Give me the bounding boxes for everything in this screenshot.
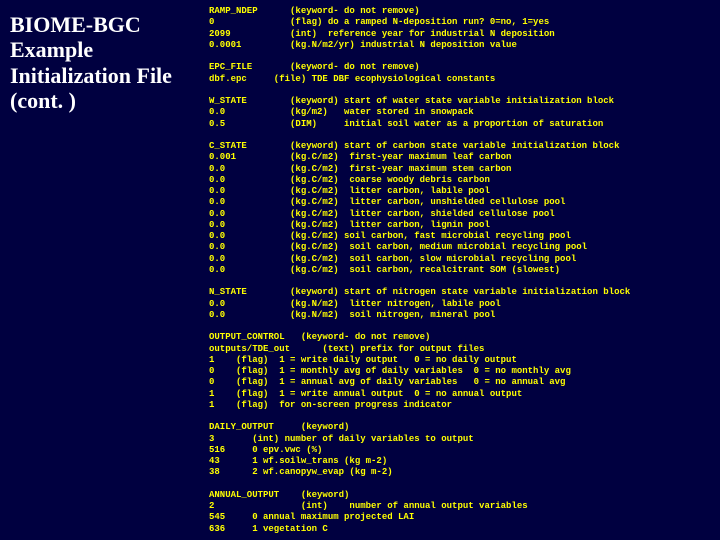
block-ramp-ndep: RAMP_NDEP (keyword- do not remove) 0 (fl… xyxy=(209,6,716,51)
blank-line xyxy=(209,85,716,96)
blank-line xyxy=(209,479,716,490)
blank-line xyxy=(209,411,716,422)
block-output-control: OUTPUT_CONTROL (keyword- do not remove) … xyxy=(209,332,716,411)
blank-line xyxy=(209,51,716,62)
block-w-state: W_STATE (keyword) start of water state v… xyxy=(209,96,716,130)
blank-line xyxy=(209,535,716,540)
block-c-state: C_STATE (keyword) start of carbon state … xyxy=(209,141,716,276)
slide: BIOME-BGC Example Initialization File (c… xyxy=(0,0,720,540)
blank-line xyxy=(209,321,716,332)
code-column: RAMP_NDEP (keyword- do not remove) 0 (fl… xyxy=(205,0,720,540)
block-annual-output: ANNUAL_OUTPUT (keyword) 2 (int) number o… xyxy=(209,490,716,535)
title-column: BIOME-BGC Example Initialization File (c… xyxy=(0,0,205,540)
block-epc-file: EPC_FILE (keyword- do not remove) dbf.ep… xyxy=(209,62,716,85)
blank-line xyxy=(209,276,716,287)
page-title: BIOME-BGC Example Initialization File (c… xyxy=(10,12,197,113)
block-n-state: N_STATE (keyword) start of nitrogen stat… xyxy=(209,287,716,321)
blank-line xyxy=(209,130,716,141)
block-daily-output: DAILY_OUTPUT (keyword) 3 (int) number of… xyxy=(209,422,716,478)
